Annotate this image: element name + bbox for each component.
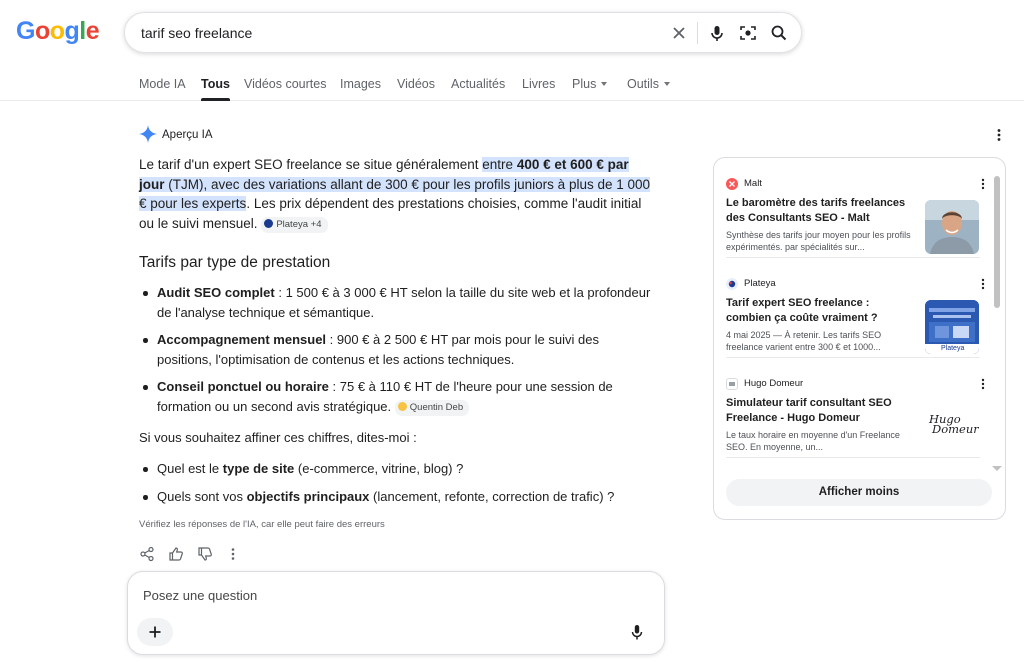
plateya-icon [726,278,738,290]
tab-images[interactable]: Images [340,76,381,92]
tab-outils[interactable]: Outils [627,76,670,92]
card-more-icon[interactable] [978,277,988,291]
tab-tous[interactable]: Tous [201,76,230,101]
ai-overview-title: Aperçu IA [162,129,213,141]
q-text: Quels sont vos [157,489,247,504]
bullet-item: Audit SEO complet : 1 500 € à 3 000 € HT… [143,283,652,322]
card-more-icon[interactable] [978,377,988,391]
google-logo[interactable]: Google [16,16,100,46]
source-title[interactable]: Le baromètre des tarifs freelances des C… [726,196,911,225]
source-desc: Synthèse des tarifs jour moyen pour les … [726,230,911,253]
thumbs-down-icon[interactable] [197,546,213,562]
show-less-button[interactable]: Afficher moins [726,479,992,506]
question-item: Quel est le type de site (e-commerce, vi… [143,459,652,479]
scroll-down-arrow-icon[interactable] [992,466,1002,471]
search-divider [697,22,698,44]
tab-videos-courtes[interactable]: Vidéos courtes [244,76,326,92]
search-icon[interactable] [769,23,789,43]
bullet-item: Conseil ponctuel ou horaire : 75 € à 110… [143,377,652,416]
thumbs-up-icon[interactable] [168,546,184,562]
ai-sparkle-icon [139,125,157,143]
bullet-item: Accompagnement mensuel : 900 € à 2 500 €… [143,330,652,369]
sources-panel: Malt Le baromètre des tarifs freelances … [713,157,1006,520]
ask-microphone-icon[interactable] [628,623,646,641]
bullet-bold: Conseil ponctuel ou horaire [157,379,329,394]
tab-outils-label: Outils [627,77,659,91]
source-desc: Le taux horaire en moyenne d'un Freelanc… [726,430,900,453]
intro-hl-text: entre [482,157,517,172]
intro-text: Le tarif d'un expert SEO freelance se si… [139,157,483,172]
plateya-icon [264,219,274,229]
source-desc: 4 mai 2025 — À retenir. Les tarifs SEO f… [726,330,882,353]
source-chip-plateya[interactable]: Plateya +4 [261,217,328,234]
bullet-bold: Accompagnement mensuel [157,332,327,347]
lens-icon[interactable] [738,23,758,43]
tab-livres[interactable]: Livres [522,76,555,92]
tab-actualites[interactable]: Actualités [451,76,505,92]
bullet-bold: Audit SEO complet [157,285,275,300]
source-card-malt[interactable]: Malt Le baromètre des tarifs freelances … [726,158,985,258]
ai-intro-paragraph: Le tarif d'un expert SEO freelance se si… [139,155,651,234]
thumb-line-2: Domeur [932,422,979,436]
search-box[interactable] [124,12,802,53]
hugo-domeur-icon [726,378,738,390]
logo-thumbnail[interactable]: Hugo Domeur [925,400,979,454]
source-title[interactable]: Simulateur tarif consultant SEO Freelanc… [726,396,911,425]
q-bold: type de site [222,461,295,476]
q-bold: objectifs principaux [246,489,370,504]
tab-plus[interactable]: Plus [572,76,608,92]
more-options-icon[interactable] [993,127,1005,143]
q-text-after: (e-commerce, vitrine, blog) ? [294,461,464,476]
question-item: Quels sont vos objectifs principaux (lan… [143,487,652,507]
add-attachment-button[interactable] [137,618,173,646]
source-chip-quentin-deb[interactable]: Quentin Deb [394,399,470,416]
tab-plus-label: Plus [572,77,597,91]
section-title: Tarifs par type de prestation [139,254,331,271]
ask-question-input[interactable] [143,588,623,603]
chip-label: Quentin Deb [409,401,464,413]
source-name: Plateya [744,278,776,289]
tab-mode-ia[interactable]: Mode IA [139,76,186,92]
source-card-hugo-domeur[interactable]: Hugo Domeur Simulateur tarif consultant … [726,358,985,458]
tab-videos[interactable]: Vidéos [397,76,435,92]
thumb-label: Plateya [941,345,965,352]
chevron-down-icon [601,81,608,86]
q-text-after: (lancement, refonte, correction de trafi… [369,489,615,504]
panel-scrollbar[interactable] [994,176,1000,308]
article-thumbnail[interactable]: Plateya [925,300,979,354]
ai-disclaimer: Vérifiez les réponses de l'IA, car elle … [139,519,385,530]
chip-label: Plateya +4 [276,219,322,231]
clear-icon[interactable] [669,23,689,43]
source-name: Malt [744,178,762,189]
search-tabs: Mode IA Tous Vidéos courtes Images Vidéo… [0,76,1024,101]
source-card-plateya[interactable]: Plateya Tarif expert SEO freelance : com… [726,258,985,358]
follow-up-text: Si vous souhaitez affiner ces chiffres, … [139,430,417,445]
card-more-icon[interactable] [978,177,988,191]
source-title[interactable]: Tarif expert SEO freelance : combien ça … [726,296,911,325]
ask-question-box[interactable] [127,571,665,655]
share-icon[interactable] [139,546,155,562]
plus-icon [149,626,161,638]
quentin-deb-icon [397,401,407,411]
search-input[interactable] [141,23,641,43]
microphone-icon[interactable] [707,23,727,43]
more-actions-icon[interactable] [225,546,241,562]
person-photo-thumbnail[interactable] [925,200,979,254]
source-name: Hugo Domeur [744,378,804,389]
chevron-down-icon [663,81,670,86]
malt-icon [726,178,738,190]
q-text: Quel est le [157,461,223,476]
